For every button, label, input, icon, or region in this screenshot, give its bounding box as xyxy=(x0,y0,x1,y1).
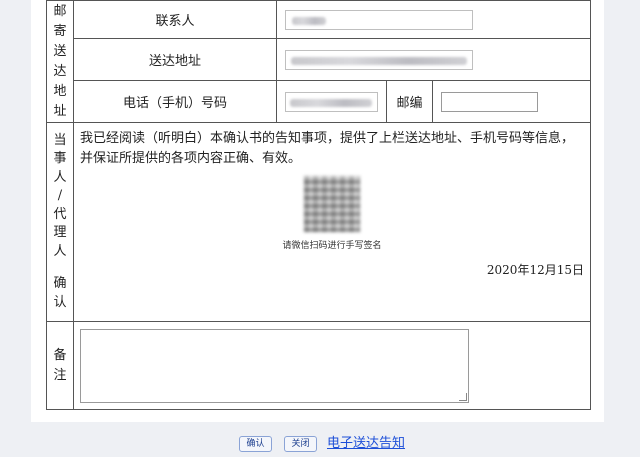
address-cell xyxy=(276,38,591,81)
confirmation-form: 邮 寄 送 达 地 址 联系人 送达地址 电话（手机）号码 邮编 当 事 人 /… xyxy=(46,0,591,410)
confirm-statement: 我已经阅读（听明白）本确认书的告知事项，提供了上栏送达地址、手机号码等信息，并保… xyxy=(80,131,575,166)
mailing-address-label: 邮 寄 送 达 地 址 xyxy=(46,0,74,123)
phone-label: 电话（手机）号码 xyxy=(73,80,277,123)
address-label: 送达地址 xyxy=(73,38,277,81)
phone-input[interactable] xyxy=(285,91,378,112)
address-input[interactable] xyxy=(285,49,473,70)
blurred-contact-text xyxy=(292,16,326,25)
blurred-phone-text xyxy=(290,98,372,107)
contact-input[interactable] xyxy=(285,9,473,30)
confirm-date: 2020年12月15日 xyxy=(486,263,584,277)
remarks-cell xyxy=(73,321,591,410)
party-confirm-label: 当 事 人 / 代 理 人 确 认 xyxy=(46,122,74,322)
contact-cell xyxy=(276,0,591,39)
resize-grip-icon[interactable] xyxy=(459,392,467,401)
postcode-label: 邮编 xyxy=(386,80,433,123)
postcode-cell xyxy=(432,80,591,123)
signature-qr-code[interactable] xyxy=(304,176,360,232)
remarks-textarea[interactable] xyxy=(80,328,469,403)
contact-label: 联系人 xyxy=(73,0,277,39)
confirm-button[interactable]: 确认 xyxy=(239,436,272,452)
confirm-cell: 我已经阅读（听明白）本确认书的告知事项，提供了上栏送达地址、手机号码等信息，并保… xyxy=(73,122,591,322)
electronic-service-notice-link[interactable]: 电子送达告知 xyxy=(327,436,405,452)
phone-cell xyxy=(276,80,387,123)
blurred-address-text xyxy=(291,56,467,65)
postcode-input[interactable] xyxy=(441,91,538,112)
remarks-label: 备 注 xyxy=(46,321,74,410)
qr-caption: 请微信扫码进行手写签名 xyxy=(282,241,382,251)
action-bar: 确认 关闭 电子送达告知 xyxy=(0,436,640,454)
close-button[interactable]: 关闭 xyxy=(284,436,317,452)
